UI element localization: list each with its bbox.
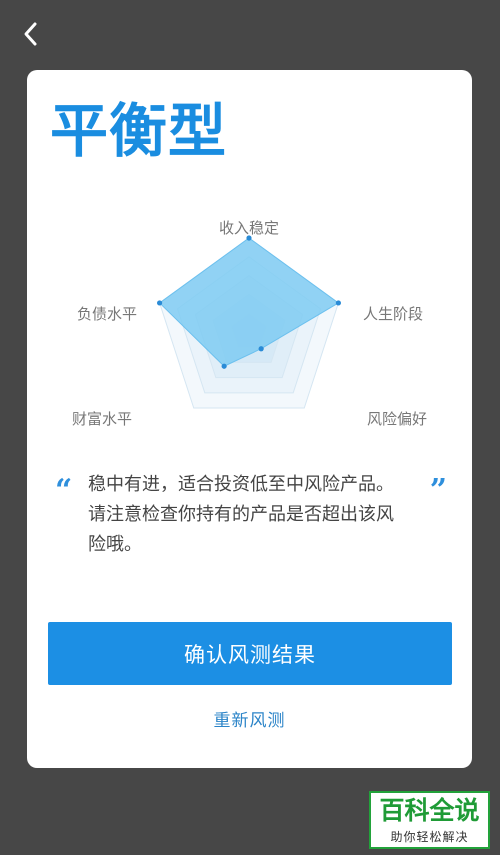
radar-axis-label: 财富水平 — [72, 410, 132, 428]
watermark-subtitle: 助你轻松解决 — [390, 830, 469, 844]
radar-axis-label: 负债水平 — [77, 305, 137, 323]
confirm-result-button[interactable]: 确认风测结果 — [48, 622, 452, 685]
page-title: 平衡型 — [50, 97, 228, 165]
radar-point — [258, 346, 264, 352]
watermark-logo: 百科全说 助你轻松解决 — [369, 791, 490, 849]
radar-axis-label: 风险偏好 — [367, 410, 427, 428]
result-card: 平衡型 收入稳定人生阶段风险偏好 财富水平 负债水平 “ ” 稳中有进，适合投资低至… — [27, 70, 472, 768]
retest-link[interactable]: 重新风测 — [27, 706, 472, 731]
description-text: 稳中有进，适合投资低至中风险产品。请注意检查你持有的产品是否超出该风险哦。 — [88, 474, 394, 555]
chevron-left-icon — [24, 22, 37, 46]
description-quote: “ ” 稳中有进，适合投资低至中风险产品。请注意检查你持有的产品是否超出该风险哦… — [49, 470, 449, 560]
watermark-title: 百科全说 — [379, 796, 480, 825]
radar-point — [335, 300, 341, 306]
radar-point — [221, 363, 227, 369]
close-quote-icon: ” — [429, 473, 447, 508]
radar-point — [157, 300, 163, 306]
radar-axis-label: 收入稳定 — [219, 219, 279, 237]
back-button[interactable] — [14, 16, 50, 52]
radar-chart: 收入稳定人生阶段风险偏好 财富水平 负债水平 — [72, 219, 427, 428]
open-quote-icon: “ — [55, 473, 73, 508]
radar-axis-label: 人生阶段 — [363, 305, 423, 323]
